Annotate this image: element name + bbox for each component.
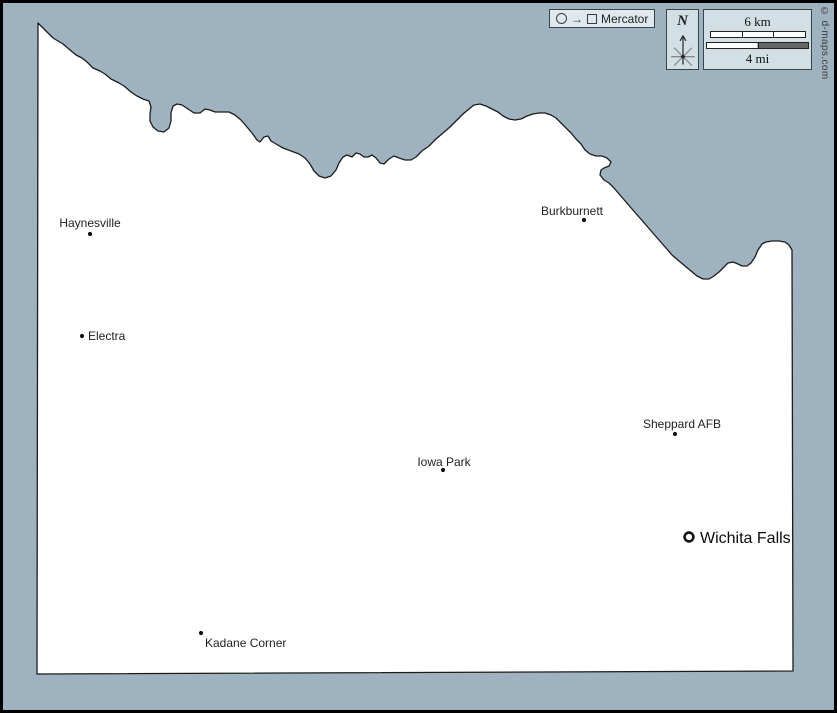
city-label-sheppard-afb: Sheppard AFB bbox=[643, 417, 721, 431]
city-marker-burkburnett bbox=[581, 217, 587, 223]
scale-bar-panel: 6 km 4 mi bbox=[703, 9, 812, 70]
scale-tick bbox=[773, 31, 775, 37]
city-marker-sheppard-afb bbox=[672, 431, 678, 437]
arrow-right-icon: → bbox=[571, 11, 583, 26]
scale-tick bbox=[757, 42, 759, 48]
scale-tick bbox=[741, 31, 743, 37]
city-label-wichita-falls: Wichita Falls bbox=[700, 530, 791, 547]
projection-legend: → Mercator bbox=[549, 9, 656, 28]
map-canvas: Haynesville Electra Burkburnett Sheppard AF… bbox=[0, 0, 837, 713]
copyright-credit: © d-maps.com bbox=[819, 6, 830, 80]
city-marker-electra bbox=[79, 333, 85, 339]
city-label-kadane-corner: Kadane Corner bbox=[205, 636, 286, 650]
north-label: N bbox=[677, 13, 688, 29]
city-wichita-falls[interactable]: Wichita Falls bbox=[683, 530, 791, 547]
scale-bar-mi bbox=[706, 41, 809, 49]
projection-name: Mercator bbox=[601, 11, 649, 26]
city-marker-wichita-falls bbox=[683, 531, 695, 543]
compass-rose: N bbox=[666, 9, 699, 70]
city-label-electra: Electra bbox=[88, 329, 126, 343]
projected-square-icon bbox=[587, 13, 597, 24]
scale-mi-label: 4 mi bbox=[745, 50, 770, 66]
city-marker-kadane-corner bbox=[198, 630, 204, 636]
globe-circle-icon bbox=[556, 13, 567, 24]
city-marker-haynesville bbox=[87, 231, 93, 237]
city-label-burkburnett: Burkburnett bbox=[541, 204, 604, 218]
city-label-iowa-park: Iowa Park bbox=[417, 455, 471, 469]
scale-bar-km bbox=[709, 30, 806, 38]
city-label-haynesville: Haynesville bbox=[59, 216, 121, 230]
compass-needle-icon bbox=[670, 34, 695, 66]
county-map-svg: Haynesville Electra Burkburnett Sheppard AF… bbox=[0, 0, 837, 713]
scale-km-label: 6 km bbox=[744, 13, 771, 29]
